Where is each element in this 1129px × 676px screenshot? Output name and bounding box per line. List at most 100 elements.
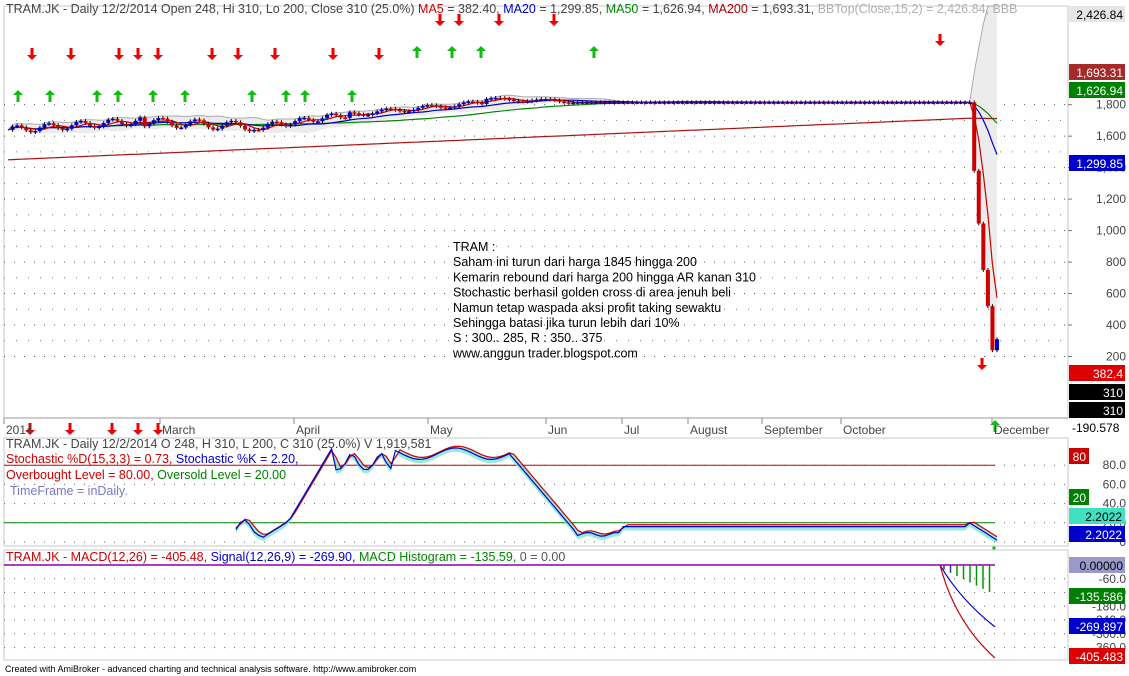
stochastic-axis-label: 80.0 <box>1103 458 1127 472</box>
candle-body <box>584 102 589 104</box>
candle-body <box>995 339 999 351</box>
candle-body <box>297 118 302 122</box>
month-label: August <box>690 423 728 437</box>
candle-body <box>425 105 430 107</box>
candle-body <box>657 102 662 104</box>
stochastic-panel[interactable]: TRAM.JK - Daily 12/2/2014 O 248, H 310, … <box>3 437 1127 549</box>
candle-body <box>119 120 124 124</box>
candle-body <box>885 102 890 104</box>
price-header-segment: MA5 <box>415 2 444 16</box>
candle-body <box>607 102 612 104</box>
candle-body <box>220 125 225 129</box>
candle-body <box>97 126 102 129</box>
stochastic-value-segment: Stochastic %K = 2.20, <box>172 452 298 466</box>
candle-body <box>356 113 361 115</box>
candle-body <box>707 102 712 104</box>
candle-body <box>302 117 307 120</box>
candle-body <box>562 101 567 103</box>
candle-body <box>780 102 785 104</box>
month-label: September <box>764 423 823 437</box>
candle-body <box>593 102 598 104</box>
candle-body <box>160 118 165 120</box>
candle-body <box>830 102 835 104</box>
candle-body <box>229 120 234 123</box>
candle-body <box>284 124 289 127</box>
candle-body <box>15 125 20 127</box>
candle-body <box>179 127 184 130</box>
candle-body <box>625 102 630 104</box>
candle-body <box>926 102 931 104</box>
candle-body <box>867 102 872 104</box>
candle-body <box>758 102 763 104</box>
candle-body <box>60 128 65 130</box>
price-axis-tick-label: 800 <box>1106 255 1126 269</box>
candle-body <box>944 102 949 104</box>
candle-body <box>940 102 945 104</box>
candle-body <box>206 123 211 128</box>
candle-body <box>37 127 42 132</box>
candle-body <box>908 102 913 104</box>
macd-badge-label: -269.897 <box>1076 620 1124 634</box>
candle-body <box>402 110 407 113</box>
candle-body <box>493 97 498 100</box>
macd-panel[interactable]: TRAM.JK - MACD(12,26) = -405.48, Signal(… <box>3 549 1126 664</box>
candle-body <box>379 109 384 112</box>
stochastic-badge-label: 20 <box>1073 491 1087 505</box>
candle-body <box>621 102 626 104</box>
candle-body <box>51 123 56 126</box>
candle-body <box>33 131 38 133</box>
macd-header-segment: Signal(12,26,9) = -269.90, <box>207 550 355 564</box>
candle-body <box>634 102 639 104</box>
candle-body <box>375 111 380 114</box>
annotation-line: S : 300.. 285, R : 350.. 375 <box>453 331 602 345</box>
candle-body <box>106 119 111 124</box>
candle-body <box>201 120 206 124</box>
candle-body <box>247 129 252 132</box>
candle-body <box>521 101 526 103</box>
candle-body <box>744 102 749 104</box>
candle-body <box>689 102 694 104</box>
candle-body <box>671 102 676 104</box>
candle-body <box>92 126 97 128</box>
candle-body <box>416 107 421 110</box>
candle-body <box>19 125 24 128</box>
candle-body <box>489 98 494 100</box>
stochastic-badge-label: 2.2022 <box>1085 528 1122 542</box>
candle-body <box>771 102 776 104</box>
price-badge-label: 310 <box>1103 386 1123 400</box>
candle-body <box>388 108 393 111</box>
price-badge-label: 1,299.85 <box>1076 157 1123 171</box>
candle-body <box>457 104 462 107</box>
candle-body <box>862 102 867 104</box>
candle-body <box>903 102 908 104</box>
macd-panel-frame <box>3 549 1069 661</box>
candle-body <box>580 102 585 104</box>
price-header-segment: MA50 <box>606 2 639 16</box>
price-header: TRAM.JK - Daily 12/2/2014 Open 248, Hi 3… <box>6 2 1017 16</box>
candle-body <box>183 124 188 128</box>
stochastic-timeframe: TimeFrame = inDaily. <box>10 484 128 498</box>
candle-body <box>653 102 658 104</box>
candle-body <box>803 102 808 104</box>
candle-body <box>808 102 813 104</box>
candle-body <box>598 102 603 104</box>
candle-body <box>211 127 216 130</box>
month-label: December <box>994 423 1049 437</box>
month-label: April <box>296 423 320 437</box>
candle-body <box>648 102 653 104</box>
candle-body <box>680 102 685 104</box>
candle-body <box>270 121 275 125</box>
candle-body <box>767 102 772 104</box>
candle-body <box>566 102 571 104</box>
candle-body <box>397 109 402 112</box>
candle-body <box>981 223 986 270</box>
candle-body <box>69 125 74 129</box>
candle-body <box>142 117 147 127</box>
amibroker-chart: TRAM.JK - Daily 12/2/2014 Open 248, Hi 3… <box>0 0 1129 676</box>
candle-body <box>967 102 972 104</box>
stochastic-level-segment: Oversold Level = 20.00 <box>154 468 286 482</box>
stochastic-badge-label: 2.2022 <box>1085 510 1122 524</box>
annotation-line: Kemarin rebound dari harga 200 hingga AR… <box>453 270 756 284</box>
stochastic-level-segment: Overbought Level = 80.00, <box>6 468 154 482</box>
candle-body <box>840 102 845 104</box>
